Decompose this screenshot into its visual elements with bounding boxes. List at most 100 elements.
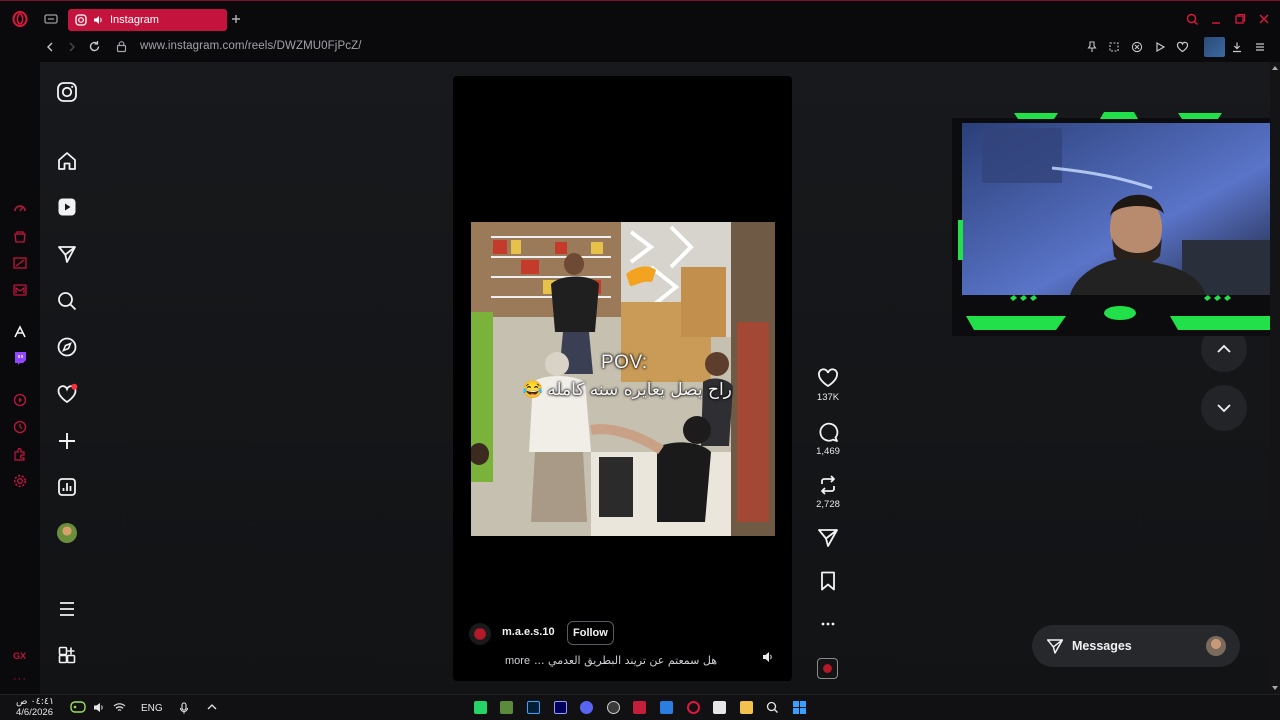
- reel-video-frame[interactable]: POV: 😂 راح يصل يعايره سنه كامله: [471, 222, 775, 536]
- overlay-arabic-text: راح يصل يعايره سنه كامله: [547, 380, 732, 400]
- photos-icon[interactable]: [660, 701, 673, 714]
- messages-label: Messages: [1072, 639, 1132, 653]
- search-tabs-icon[interactable]: [1186, 13, 1199, 26]
- sidebar-more-icon[interactable]: ···: [13, 673, 27, 685]
- chevron-down-icon: [1216, 403, 1232, 413]
- comment-action[interactable]: 1,469: [814, 422, 842, 457]
- opera-gx-logo-icon[interactable]: [12, 11, 28, 27]
- tab-instagram[interactable]: Instagram: [68, 9, 227, 31]
- lock-icon[interactable]: [116, 40, 127, 53]
- share-icon[interactable]: [814, 528, 842, 548]
- back-icon[interactable]: [44, 41, 56, 53]
- like-action[interactable]: 137K: [814, 368, 842, 403]
- explore-icon[interactable]: [56, 336, 78, 358]
- pin-icon[interactable]: [1086, 41, 1098, 53]
- discord-icon[interactable]: [580, 701, 593, 714]
- instagram-logo-icon[interactable]: [56, 81, 78, 103]
- more-menu-icon[interactable]: [56, 598, 78, 620]
- instagram-favicon-icon: [75, 14, 87, 26]
- maximize-icon[interactable]: [1234, 13, 1246, 25]
- follow-button[interactable]: Follow: [567, 621, 614, 645]
- player-icon[interactable]: [1154, 41, 1166, 53]
- forward-icon[interactable]: [66, 41, 78, 53]
- scroll-up-arrow-icon[interactable]: [1272, 66, 1278, 70]
- reels-icon[interactable]: [56, 196, 78, 218]
- more-dots-icon[interactable]: [814, 614, 842, 634]
- settings-gear-icon[interactable]: [12, 473, 28, 489]
- speaker-icon[interactable]: [93, 15, 104, 25]
- create-plus-icon[interactable]: [56, 430, 78, 452]
- gx-corner-icon[interactable]: [12, 255, 28, 271]
- opera-gx-taskbar-icon[interactable]: [687, 701, 700, 714]
- photoshop-icon[interactable]: [527, 701, 540, 714]
- reload-icon[interactable]: [88, 40, 101, 53]
- gx-control-icon[interactable]: [12, 200, 28, 216]
- laughing-emoji-icon: 😂: [522, 380, 544, 399]
- share-action[interactable]: [814, 528, 842, 552]
- menu-icon[interactable]: [1254, 41, 1266, 53]
- reel-caption: هل سمعتم عن تريند البطريق العدمي ...: [534, 654, 718, 667]
- direct-messages-icon[interactable]: [56, 243, 78, 265]
- comment-count: 1,469: [816, 446, 840, 457]
- repost-action[interactable]: 2,728: [814, 475, 842, 510]
- like-heart-icon[interactable]: [814, 368, 842, 388]
- file-explorer-icon[interactable]: [740, 701, 753, 714]
- microsoft-store-icon[interactable]: [713, 701, 726, 714]
- search-icon[interactable]: [56, 290, 78, 312]
- gx-store-icon[interactable]: [12, 228, 28, 244]
- bookmark-icon[interactable]: [814, 571, 842, 591]
- profile-avatar[interactable]: [1204, 37, 1225, 57]
- repost-icon[interactable]: [814, 475, 842, 495]
- favorites-heart-icon[interactable]: [1176, 41, 1189, 53]
- volume-icon[interactable]: [93, 702, 105, 713]
- adblock-icon[interactable]: [1131, 41, 1143, 53]
- minecraft-icon[interactable]: [500, 701, 513, 714]
- twitch-icon[interactable]: [12, 350, 28, 366]
- tray-overflow-chevron-icon[interactable]: [207, 703, 217, 711]
- comment-bubble-icon[interactable]: [814, 422, 842, 442]
- media-app-icon[interactable]: [633, 701, 646, 714]
- snapshot-icon[interactable]: [1108, 41, 1120, 53]
- download-icon[interactable]: [1231, 41, 1243, 53]
- premiere-pro-icon[interactable]: [554, 701, 567, 714]
- wifi-icon[interactable]: [113, 702, 126, 713]
- creator-avatar[interactable]: [469, 623, 491, 645]
- tab-manager-icon[interactable]: [44, 13, 58, 25]
- obs-studio-icon[interactable]: [607, 701, 620, 714]
- windows-search-icon[interactable]: [766, 701, 779, 714]
- dashboard-icon[interactable]: [56, 476, 78, 498]
- messages-button[interactable]: Messages: [1032, 625, 1240, 667]
- minimize-icon[interactable]: [1210, 13, 1222, 25]
- caption-more-link[interactable]: more: [505, 655, 530, 667]
- reel-player[interactable]: POV: 😂 راح يصل يعايره سنه كامله m.a.e.s.…: [453, 76, 792, 681]
- url-text[interactable]: www.instagram.com/reels/DWZMU0FjPcZ/: [140, 40, 362, 52]
- history-icon[interactable]: [12, 419, 28, 435]
- aria-icon[interactable]: [12, 324, 28, 340]
- windows-start-icon[interactable]: [793, 701, 806, 714]
- player-sidebar-icon[interactable]: [12, 392, 28, 408]
- home-icon[interactable]: [56, 150, 78, 172]
- browser-tab-bar: Instagram: [0, 0, 1280, 36]
- microphone-icon[interactable]: [179, 702, 189, 714]
- close-window-icon[interactable]: [1258, 13, 1270, 25]
- next-reel-button[interactable]: [1201, 385, 1247, 431]
- extensions-icon[interactable]: [12, 446, 28, 462]
- clock[interactable]: ٠٤:٤١ ص 4/6/2026: [16, 696, 54, 718]
- whatsapp-icon[interactable]: [474, 701, 487, 714]
- language-indicator[interactable]: ENG: [141, 703, 163, 714]
- profile-avatar-nav[interactable]: [57, 523, 77, 543]
- clock-time: ٠٤:٤١ ص: [16, 696, 55, 707]
- page-scrollbar[interactable]: [1270, 62, 1280, 694]
- notifications-heart-icon[interactable]: [56, 383, 78, 405]
- save-action[interactable]: [814, 571, 842, 595]
- audio-thumbnail[interactable]: [817, 658, 838, 679]
- mute-toggle-icon[interactable]: [762, 651, 774, 663]
- creator-username[interactable]: m.a.e.s.10: [502, 626, 555, 638]
- gmail-icon[interactable]: [12, 282, 28, 298]
- xbox-controller-icon[interactable]: [70, 701, 86, 713]
- more-options-action[interactable]: [814, 614, 842, 638]
- chevron-up-icon: [1216, 344, 1232, 354]
- also-from-meta-icon[interactable]: [56, 644, 78, 666]
- new-tab-icon[interactable]: [230, 13, 242, 25]
- scroll-down-arrow-icon[interactable]: [1272, 686, 1278, 690]
